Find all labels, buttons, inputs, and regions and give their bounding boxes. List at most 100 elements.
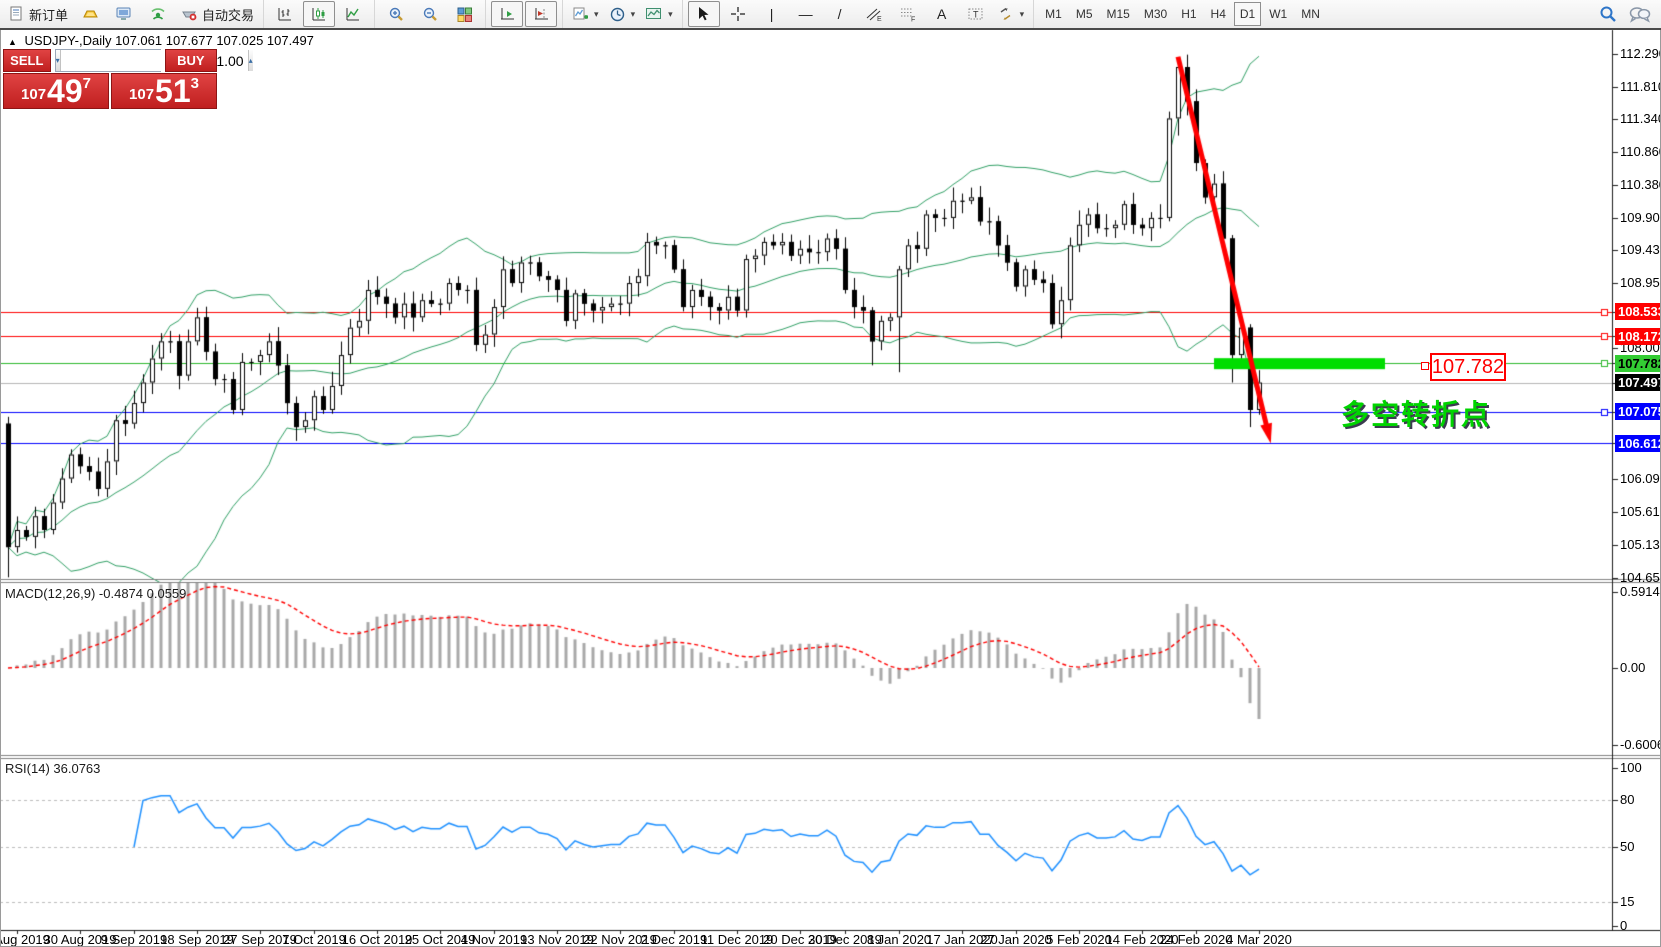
date-axis-tick: 7 Oct 2019	[282, 932, 346, 947]
tile-windows-button[interactable]	[448, 1, 480, 27]
buy-quote[interactable]: 107 51 3	[111, 73, 217, 109]
price-level-badge: 107.075	[1615, 403, 1661, 420]
cursor-icon	[696, 6, 711, 22]
vertical-line-icon: |	[770, 7, 774, 21]
text-label-tool-button[interactable]: T	[960, 1, 992, 27]
price-level-badge: 108.533	[1615, 303, 1661, 320]
fibonacci-tool-button[interactable]: F	[892, 1, 924, 27]
rsi-axis-tick: 15	[1620, 894, 1634, 909]
sell-price-main: 49	[47, 76, 83, 106]
price-axis-tick: 109.430	[1620, 242, 1661, 257]
auto-scroll-button[interactable]	[491, 1, 523, 27]
toolbar-group-indicators: ▾ ▾ ▾	[562, 0, 682, 28]
volume-up-button[interactable]: ▴	[248, 50, 253, 71]
cursor-tool-button[interactable]	[688, 1, 720, 27]
timeframe-button-m30[interactable]: M30	[1138, 2, 1173, 26]
chart-shift-icon	[533, 6, 550, 22]
zoom-in-button[interactable]	[380, 1, 412, 27]
bar-chart-icon	[277, 6, 293, 22]
candlestick-icon	[311, 6, 327, 22]
horizontal-line-icon: —	[799, 7, 813, 21]
signals-button[interactable]	[142, 1, 174, 27]
buy-button[interactable]: BUY	[165, 49, 217, 72]
timeframe-button-d1[interactable]: D1	[1234, 2, 1261, 26]
macd-axis-tick: 0.00	[1620, 660, 1645, 675]
dropdown-arrow-icon: ▾	[594, 9, 599, 20]
timeframe-button-h1[interactable]: H1	[1175, 2, 1202, 26]
toolbar-right	[1599, 0, 1651, 28]
price-axis-tick: 105.610	[1620, 504, 1661, 519]
search-icon[interactable]	[1599, 5, 1617, 23]
rsi-axis-tick: 50	[1620, 839, 1634, 854]
symbol-ohlc: 107.061 107.677 107.025 107.497	[115, 33, 314, 48]
trendline-tool-button[interactable]: /	[824, 1, 856, 27]
date-axis-tick: 8 Jan 2020	[867, 932, 931, 947]
autotrading-label: 自动交易	[202, 5, 254, 24]
new-order-icon	[9, 6, 25, 22]
date-axis-tick: 4 Mar 2020	[1226, 932, 1292, 947]
price-axis-tick: 110.860	[1620, 144, 1661, 159]
fibonacci-icon: F	[899, 6, 917, 22]
symbol-info: ▲ USDJPY-,Daily 107.061 107.677 107.025 …	[8, 33, 314, 48]
chart-canvas[interactable]	[0, 0, 1661, 947]
turning-point-annotation[interactable]: 多空转折点	[1341, 393, 1491, 433]
sell-button[interactable]: SELL	[3, 49, 51, 72]
market-watch-button[interactable]	[74, 1, 106, 27]
text-tool-button[interactable]: A	[926, 1, 958, 27]
main-toolbar: 新订单 自动交易	[0, 0, 1661, 30]
new-order-button[interactable]: 新订单	[5, 1, 72, 27]
price-axis-tick: 111.340	[1620, 111, 1661, 126]
arrows-tool-button[interactable]: ▾	[994, 1, 1029, 27]
text-tool-icon: A	[937, 7, 946, 21]
chart-shift-button[interactable]	[525, 1, 557, 27]
toolbar-group-timeframes: M1M5M15M30H1H4D1W1MN	[1033, 0, 1331, 28]
add-indicator-icon	[572, 6, 589, 22]
dropdown-arrow-icon: ▾	[1020, 9, 1025, 20]
terminal-button[interactable]	[108, 1, 140, 27]
zoom-out-icon	[422, 6, 439, 23]
bar-chart-button[interactable]	[269, 1, 301, 27]
candlestick-chart-button[interactable]	[303, 1, 335, 27]
price-axis-tick: 112.290	[1620, 46, 1661, 61]
price-axis-tick: 110.380	[1620, 177, 1661, 192]
line-chart-button[interactable]	[337, 1, 369, 27]
timeframe-button-h4[interactable]: H4	[1205, 2, 1232, 26]
toolbar-group-scroll	[485, 0, 562, 28]
channel-tool-button[interactable]: E	[858, 1, 890, 27]
toolbar-group-zoom	[374, 0, 485, 28]
new-order-label: 新订单	[29, 5, 68, 24]
tile-windows-icon	[456, 6, 473, 23]
date-axis-tick: 5 Feb 2020	[1046, 932, 1112, 947]
horizontal-line-tool-button[interactable]: —	[790, 1, 822, 27]
macd-axis-tick: -0.6006	[1620, 737, 1661, 752]
templates-button[interactable]: ▾	[641, 1, 677, 27]
rsi-indicator-label: RSI(14) 36.0763	[5, 761, 100, 776]
date-axis-tick: 16 Oct 2019	[342, 932, 413, 947]
crosshair-tool-button[interactable]	[722, 1, 754, 27]
timeframe-button-m1[interactable]: M1	[1039, 2, 1068, 26]
indicators-button[interactable]: ▾	[568, 1, 603, 27]
timeframe-button-w1[interactable]: W1	[1263, 2, 1293, 26]
zoom-out-button[interactable]	[414, 1, 446, 27]
timeframe-button-mn[interactable]: MN	[1295, 2, 1326, 26]
timeframe-button-m15[interactable]: M15	[1101, 2, 1136, 26]
price-level-badge: 107.782	[1615, 355, 1661, 372]
price-level-callout[interactable]: 107.782	[1430, 353, 1506, 381]
date-axis-tick: 4 Nov 2019	[461, 932, 528, 947]
rsi-axis-tick: 0	[1620, 918, 1627, 933]
collapse-triangle-icon[interactable]: ▲	[8, 37, 17, 47]
price-label-anchor-handle[interactable]	[1421, 362, 1429, 370]
timeframe-button-m5[interactable]: M5	[1070, 2, 1099, 26]
svg-text:F: F	[911, 17, 915, 23]
autotrading-button[interactable]: 自动交易	[176, 1, 258, 27]
buy-price-pip: 3	[191, 76, 199, 91]
line-chart-icon	[345, 6, 361, 22]
volume-input[interactable]	[61, 50, 248, 71]
price-axis-tick: 111.810	[1620, 79, 1661, 94]
one-click-trade-panel: SELL ▾ ▴ BUY 107 49 7 107 51 3	[3, 49, 217, 109]
periods-button[interactable]: ▾	[605, 1, 640, 27]
price-axis-tick: 104.650	[1620, 570, 1661, 585]
sell-quote[interactable]: 107 49 7	[3, 73, 109, 109]
chat-icon[interactable]	[1629, 5, 1651, 23]
vertical-line-tool-button[interactable]: |	[756, 1, 788, 27]
